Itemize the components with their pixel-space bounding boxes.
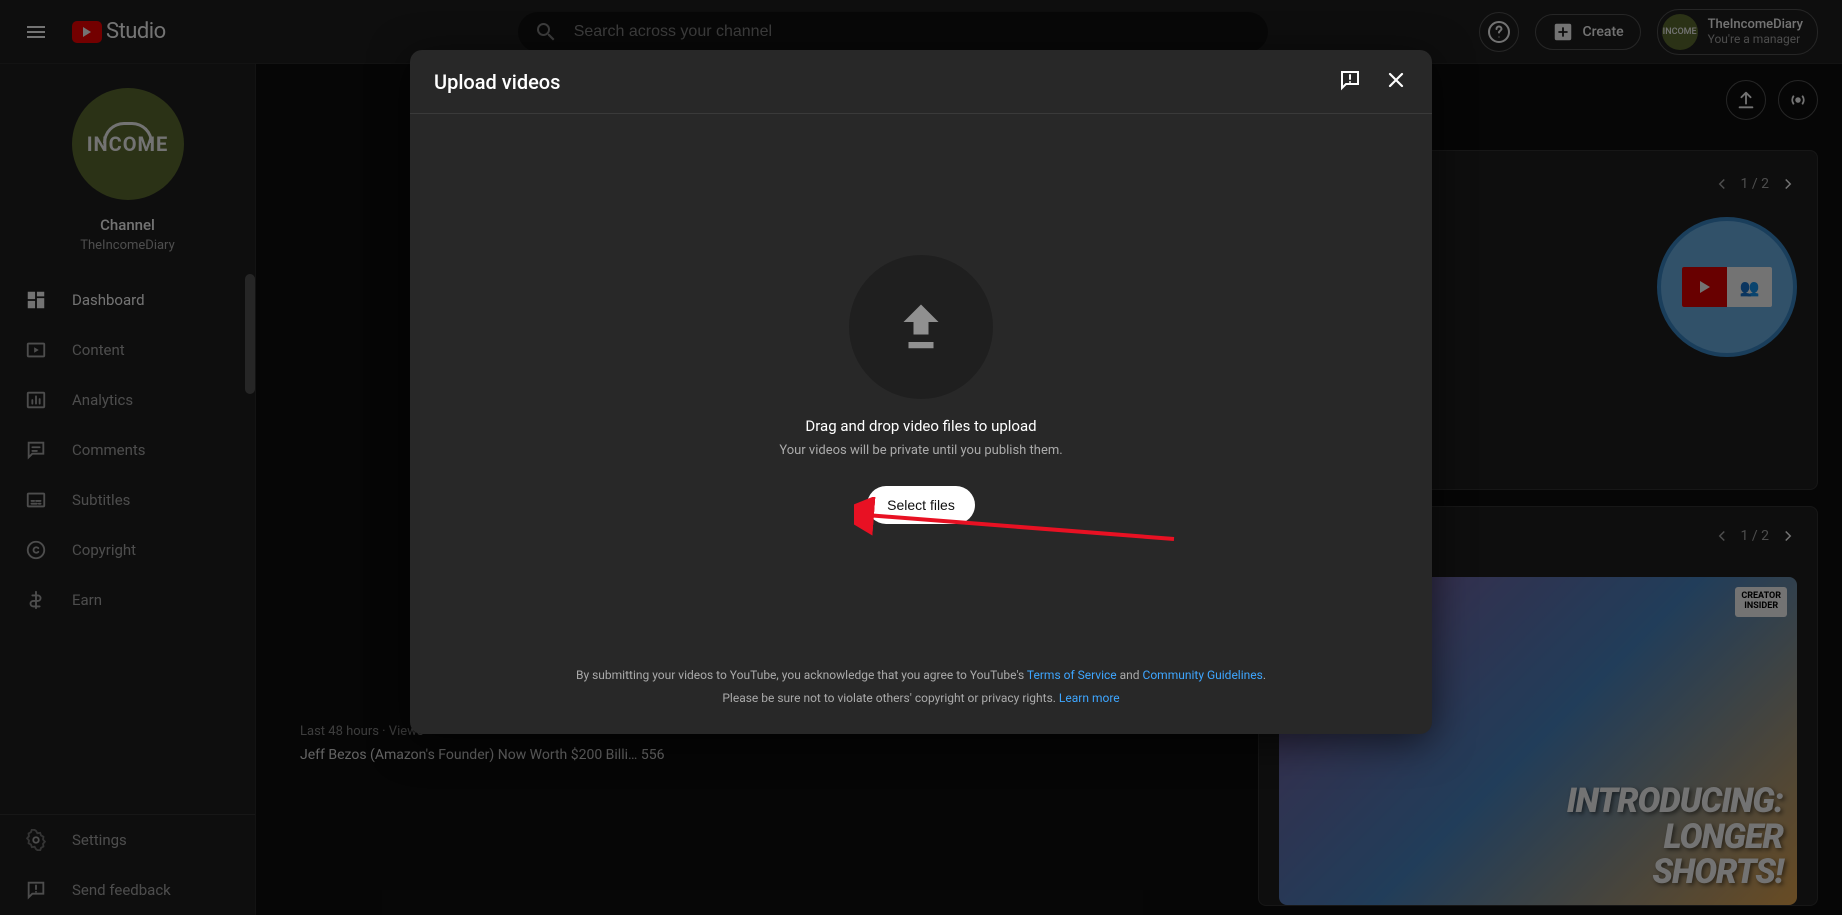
learn-more-link[interactable]: Learn more	[1059, 691, 1120, 705]
modal-footer: By submitting your videos to YouTube, yo…	[410, 664, 1432, 734]
upload-circle	[849, 255, 993, 399]
dropzone-title: Drag and drop video files to upload	[805, 417, 1036, 435]
dropzone-subtitle: Your videos will be private until you pu…	[779, 443, 1062, 458]
modal-title: Upload videos	[434, 70, 560, 94]
feedback-icon[interactable]	[1338, 68, 1362, 96]
guidelines-link[interactable]: Community Guidelines	[1143, 668, 1263, 682]
dropzone[interactable]: Drag and drop video files to upload Your…	[410, 114, 1432, 664]
modal-header: Upload videos	[410, 50, 1432, 114]
upload-modal: Upload videos Drag and drop video files …	[410, 50, 1432, 734]
upload-arrow-icon	[891, 297, 951, 357]
select-files-button[interactable]: Select files	[867, 486, 975, 524]
tos-link[interactable]: Terms of Service	[1027, 668, 1117, 682]
close-icon[interactable]	[1384, 68, 1408, 96]
